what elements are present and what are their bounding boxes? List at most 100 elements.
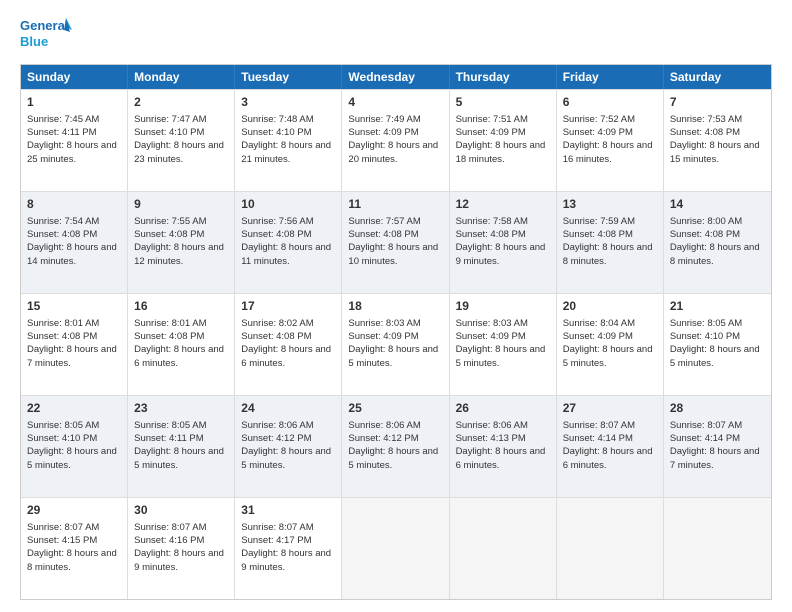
daylight-hours: Daylight: 8 hours and 9 minutes. — [134, 548, 224, 572]
sunset-time: Sunset: 4:13 PM — [456, 433, 526, 444]
logo: General Blue — [20, 16, 72, 54]
day-number: 21 — [670, 298, 765, 315]
sunset-time: Sunset: 4:08 PM — [670, 127, 740, 138]
sunrise-time: Sunrise: 8:06 AM — [348, 420, 420, 431]
daylight-hours: Daylight: 8 hours and 14 minutes. — [27, 242, 117, 266]
sunset-time: Sunset: 4:10 PM — [670, 331, 740, 342]
day-number: 9 — [134, 196, 228, 213]
day-number: 17 — [241, 298, 335, 315]
calendar-cell: 20Sunrise: 8:04 AMSunset: 4:09 PMDayligh… — [557, 294, 664, 395]
day-number: 1 — [27, 94, 121, 111]
daylight-hours: Daylight: 8 hours and 5 minutes. — [348, 446, 438, 470]
sunrise-time: Sunrise: 7:53 AM — [670, 114, 742, 125]
calendar-cell — [664, 498, 771, 599]
daylight-hours: Daylight: 8 hours and 5 minutes. — [241, 446, 331, 470]
calendar-cell: 24Sunrise: 8:06 AMSunset: 4:12 PMDayligh… — [235, 396, 342, 497]
calendar-cell: 21Sunrise: 8:05 AMSunset: 4:10 PMDayligh… — [664, 294, 771, 395]
daylight-hours: Daylight: 8 hours and 7 minutes. — [27, 344, 117, 368]
calendar-cell: 12 Sunrise: 7:58 AM Sunset: 4:08 PM Dayligh… — [450, 192, 557, 293]
sunset-time: Sunset: 4:11 PM — [134, 433, 204, 444]
day-number: 11 — [348, 196, 442, 213]
day-number: 19 — [456, 298, 550, 315]
sunset-time: Sunset: 4:11 PM — [27, 127, 97, 138]
sunrise-time: Sunrise: 8:03 AM — [348, 318, 420, 329]
sunset-time: Sunset: 4:09 PM — [563, 127, 633, 138]
calendar-header: SundayMondayTuesdayWednesdayThursdayFrid… — [21, 65, 771, 89]
sunrise-time: Sunrise: 7:51 AM — [456, 114, 528, 125]
sunset-time: Sunset: 4:14 PM — [670, 433, 740, 444]
header-day-tuesday: Tuesday — [235, 65, 342, 89]
day-number: 26 — [456, 400, 550, 417]
header-day-thursday: Thursday — [450, 65, 557, 89]
sunset-time: Sunset: 4:17 PM — [241, 535, 311, 546]
daylight-hours: Daylight: 8 hours and 5 minutes. — [563, 344, 653, 368]
calendar-cell: 7 Sunrise: 7:53 AM Sunset: 4:08 PM Daylight… — [664, 90, 771, 191]
calendar-cell: 5Sunrise: 7:51 AMSunset: 4:09 PMDaylight… — [450, 90, 557, 191]
calendar-cell: 6Sunrise: 7:52 AMSunset: 4:09 PMDaylight… — [557, 90, 664, 191]
calendar-cell: 8 Sunrise: 7:54 AM Sunset: 4:08 PM Daylight… — [21, 192, 128, 293]
calendar-cell: 14Sunrise: 8:00 AMSunset: 4:08 PMDayligh… — [664, 192, 771, 293]
calendar-cell: 15Sunrise: 8:01 AMSunset: 4:08 PMDayligh… — [21, 294, 128, 395]
day-number: 31 — [241, 502, 335, 519]
daylight-hours: Daylight: 8 hours and 10 minutes. — [348, 242, 438, 266]
sunrise-time: Sunrise: 8:04 AM — [563, 318, 635, 329]
sunrise-time: Sunrise: 7:55 AM — [134, 216, 206, 227]
sunrise-time: Sunrise: 8:07 AM — [27, 522, 99, 533]
day-number: 4 — [348, 94, 442, 111]
calendar-cell: 30Sunrise: 8:07 AMSunset: 4:16 PMDayligh… — [128, 498, 235, 599]
day-number: 25 — [348, 400, 442, 417]
calendar-cell: 28Sunrise: 8:07 AMSunset: 4:14 PMDayligh… — [664, 396, 771, 497]
day-number: 30 — [134, 502, 228, 519]
calendar-cell: 10Sunrise: 7:56 AMSunset: 4:08 PMDayligh… — [235, 192, 342, 293]
day-number: 10 — [241, 196, 335, 213]
sunset-time: Sunset: 4:08 PM — [670, 229, 740, 240]
sunset-time: Sunset: 4:08 PM — [27, 229, 97, 240]
day-number: 16 — [134, 298, 228, 315]
day-number: 2 — [134, 94, 228, 111]
calendar-cell: 22Sunrise: 8:05 AMSunset: 4:10 PMDayligh… — [21, 396, 128, 497]
day-number: 7 — [670, 94, 765, 111]
sunrise-time: Sunrise: 7:58 AM — [456, 216, 528, 227]
day-number: 23 — [134, 400, 228, 417]
calendar-cell: 11Sunrise: 7:57 AMSunset: 4:08 PMDayligh… — [342, 192, 449, 293]
daylight-hours: Daylight: 8 hours and 23 minutes. — [134, 140, 224, 164]
sunrise-time: Sunrise: 8:06 AM — [241, 420, 313, 431]
calendar-row-5: 29Sunrise: 8:07 AMSunset: 4:15 PMDayligh… — [21, 497, 771, 599]
day-number: 8 — [27, 196, 121, 213]
header-day-saturday: Saturday — [664, 65, 771, 89]
calendar-cell — [342, 498, 449, 599]
day-number: 12 — [456, 196, 550, 213]
day-number: 29 — [27, 502, 121, 519]
sunrise-time: Sunrise: 7:56 AM — [241, 216, 313, 227]
daylight-hours: Daylight: 8 hours and 25 minutes. — [27, 140, 117, 164]
calendar-cell: 16Sunrise: 8:01 AMSunset: 4:08 PMDayligh… — [128, 294, 235, 395]
sunrise-time: Sunrise: 7:54 AM — [27, 216, 99, 227]
calendar-body: 1Sunrise: 7:45 AMSunset: 4:11 PMDaylight… — [21, 89, 771, 599]
daylight-hours: Daylight: 8 hours and 18 minutes. — [456, 140, 546, 164]
sunset-time: Sunset: 4:08 PM — [456, 229, 526, 240]
calendar-cell: 27Sunrise: 8:07 AMSunset: 4:14 PMDayligh… — [557, 396, 664, 497]
calendar-cell: 25Sunrise: 8:06 AMSunset: 4:12 PMDayligh… — [342, 396, 449, 497]
calendar-cell — [557, 498, 664, 599]
sunrise-time: Sunrise: 8:01 AM — [27, 318, 99, 329]
day-number: 15 — [27, 298, 121, 315]
calendar-cell: 19Sunrise: 8:03 AMSunset: 4:09 PMDayligh… — [450, 294, 557, 395]
calendar-cell: 2Sunrise: 7:47 AMSunset: 4:10 PMDaylight… — [128, 90, 235, 191]
sunset-time: Sunset: 4:16 PM — [134, 535, 204, 546]
sunrise-time: Sunrise: 8:01 AM — [134, 318, 206, 329]
daylight-hours: Daylight: 8 hours and 21 minutes. — [241, 140, 331, 164]
sunrise-time: Sunrise: 8:07 AM — [670, 420, 742, 431]
calendar-cell: 3Sunrise: 7:48 AMSunset: 4:10 PMDaylight… — [235, 90, 342, 191]
daylight-hours: Daylight: 8 hours and 15 minutes. — [670, 140, 760, 164]
logo-icon: General Blue — [20, 16, 72, 54]
day-number: 14 — [670, 196, 765, 213]
sunset-time: Sunset: 4:08 PM — [348, 229, 418, 240]
sunrise-time: Sunrise: 7:47 AM — [134, 114, 206, 125]
calendar-cell: 17Sunrise: 8:02 AMSunset: 4:08 PMDayligh… — [235, 294, 342, 395]
calendar-cell: 9Sunrise: 7:55 AMSunset: 4:08 PMDaylight… — [128, 192, 235, 293]
daylight-hours: Daylight: 8 hours and 6 minutes. — [456, 446, 546, 470]
calendar-row-4: 22Sunrise: 8:05 AMSunset: 4:10 PMDayligh… — [21, 395, 771, 497]
sunrise-time: Sunrise: 8:07 AM — [241, 522, 313, 533]
daylight-hours: Daylight: 8 hours and 9 minutes. — [456, 242, 546, 266]
sunrise-time: Sunrise: 8:05 AM — [27, 420, 99, 431]
